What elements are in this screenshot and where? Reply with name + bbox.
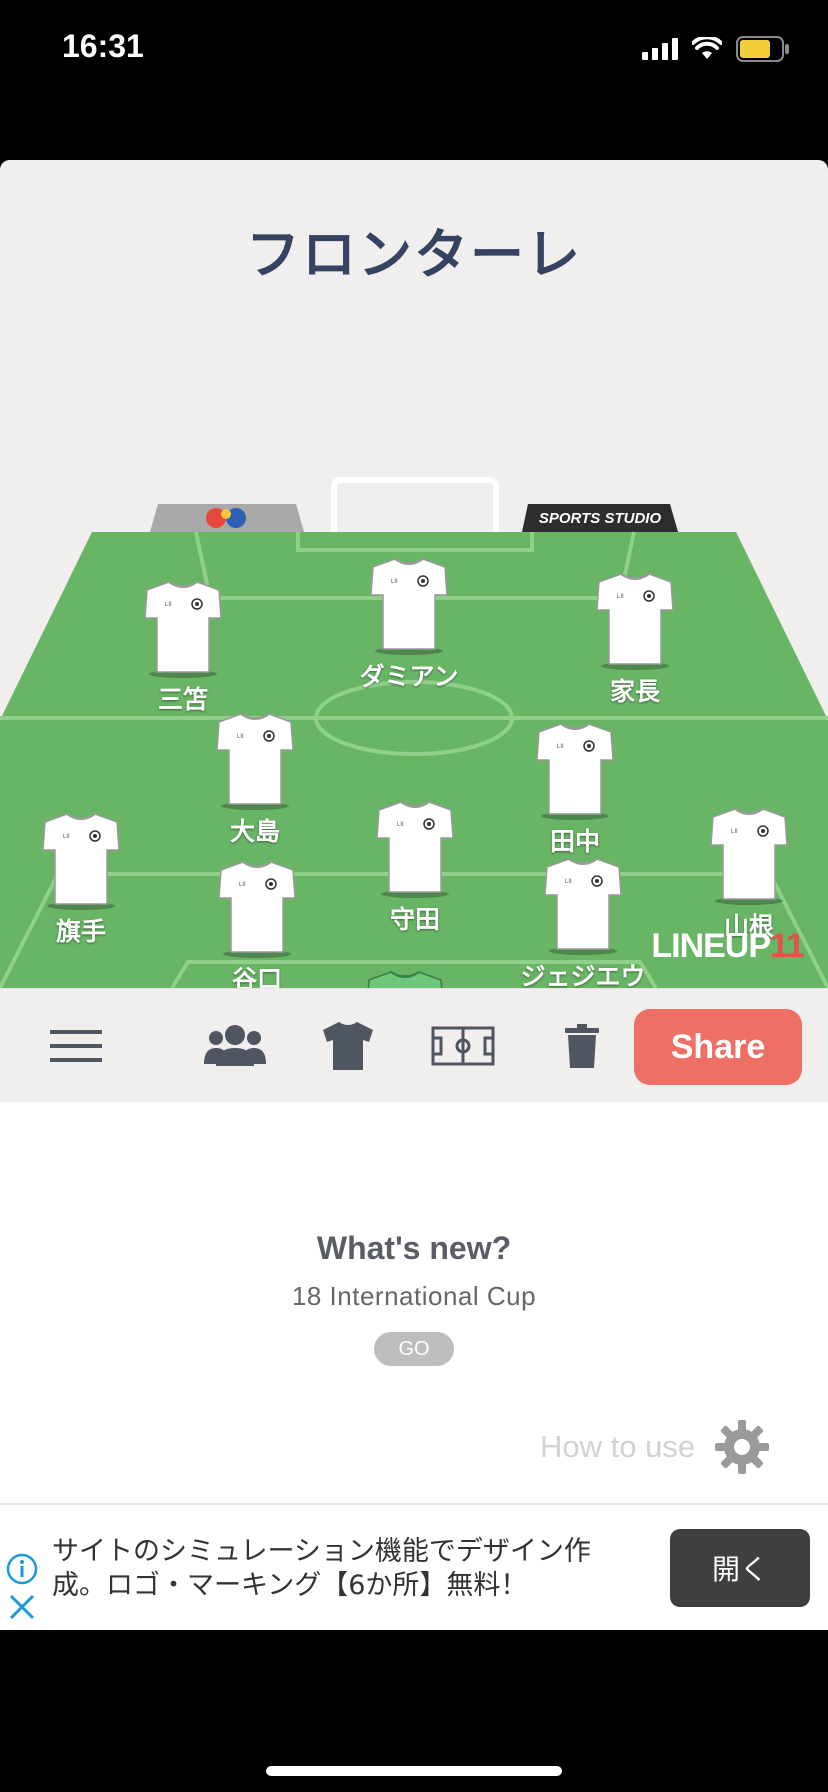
player-shirt-icon: LII (536, 723, 614, 820)
player-shirt-icon: LII (544, 858, 622, 955)
player-name: 守田 (389, 905, 440, 934)
svg-text:LII: LII (397, 822, 404, 828)
lineup11-logo: LINEUP11 (651, 927, 805, 966)
player-slot[interactable]: LII 田中 (510, 720, 640, 858)
ad-open-button[interactable]: 開く (670, 1529, 810, 1607)
player-slot[interactable]: LII ジェジエウ (518, 855, 648, 993)
player-shirt-icon: LII (370, 558, 448, 655)
player-shirt-icon: LII (216, 713, 294, 810)
player-shirt-icon: LII (596, 573, 674, 670)
player-shirt-icon: LII (42, 813, 120, 910)
whats-new-subtitle: 18 International Cup (291, 1281, 537, 1311)
field-button[interactable] (430, 1017, 496, 1075)
svg-text:LII: LII (165, 602, 172, 608)
svg-text:LII: LII (617, 594, 624, 600)
player-shirt-icon: LII (710, 808, 788, 905)
signal-icon (642, 38, 678, 60)
player-slot[interactable]: LII 守田 (350, 798, 480, 936)
status-bar: 16:31 (0, 0, 828, 160)
trash-icon (565, 1024, 599, 1068)
svg-text:LII: LII (557, 744, 564, 750)
player-shirt-icon: LII (376, 801, 454, 898)
toolbar: Share (0, 988, 828, 1102)
svg-text:LII: LII (731, 829, 738, 835)
player-slot[interactable]: LII 谷口 (192, 858, 322, 996)
battery-icon (736, 36, 789, 62)
player-name: ダミアン (359, 662, 459, 691)
share-button[interactable]: Share (634, 1009, 802, 1085)
player-slot[interactable]: LII 家長 (570, 570, 700, 708)
players-button[interactable] (200, 1017, 270, 1075)
player-name: 田中 (549, 827, 600, 856)
group-icon (204, 1025, 266, 1066)
logo-number: 11 (770, 927, 805, 965)
player-shirt-icon: LII (144, 581, 222, 678)
svg-text:LII: LII (63, 834, 70, 840)
home-indicator[interactable] (266, 1766, 562, 1776)
delete-button[interactable] (560, 1017, 604, 1075)
close-icon[interactable] (8, 1593, 36, 1621)
ad-banner[interactable]: サイトのシミュレーション機能でデザイン作成。ロゴ・マーキング【6か所】無料！ 開… (0, 1503, 828, 1629)
shirt-icon (323, 1022, 373, 1070)
kit-button[interactable] (318, 1017, 378, 1075)
status-icons (642, 34, 790, 64)
player-slot[interactable]: LII 大島 (190, 710, 320, 848)
info-icon[interactable] (6, 1553, 38, 1585)
players-layer: LII 三笘 LII ダミアン LII 家長 LII 大島 LII 田中 LII 旗手 LII 守田 LII… (0, 320, 828, 1104)
team-name[interactable]: フロンターレ (0, 210, 828, 289)
player-name: 家長 (609, 677, 660, 706)
lineup-board: フロンターレ SPORTS STUDIO LII 三笘 LII ダミアン LII… (0, 160, 828, 1104)
menu-button[interactable] (46, 1017, 106, 1075)
ad-text[interactable]: サイトのシミュレーション機能でデザイン作成。ロゴ・マーキング【6か所】無料！ (52, 1535, 612, 1603)
player-slot[interactable]: LII 山根 (684, 805, 814, 943)
logo-text: LINEUP (651, 927, 771, 965)
player-slot[interactable]: LII 三笘 (118, 578, 248, 716)
svg-text:LII: LII (237, 734, 244, 740)
player-shirt-icon: LII (218, 861, 296, 958)
player-name: 大島 (229, 817, 280, 846)
player-slot[interactable]: LII ダミアン (344, 555, 474, 693)
pitch-icon (431, 1026, 495, 1066)
svg-text:LII: LII (239, 882, 246, 888)
whats-new: What's new? 18 International Cup GO (0, 1230, 828, 1366)
svg-text:LII: LII (391, 579, 398, 585)
hamburger-menu-icon (50, 1030, 102, 1062)
svg-text:LII: LII (565, 879, 572, 885)
how-to-use[interactable]: How to use (540, 1418, 771, 1476)
status-time: 16:31 (62, 28, 144, 64)
whats-new-title: What's new? (316, 1230, 512, 1266)
how-to-use-label: How to use (540, 1429, 696, 1464)
wifi-icon (692, 37, 722, 59)
gear-icon (715, 1420, 770, 1474)
player-slot[interactable]: LII 旗手 (16, 810, 146, 948)
app-panel: フロンターレ SPORTS STUDIO LII 三笘 LII ダミアン LII… (0, 160, 828, 1630)
go-button[interactable]: GO (374, 1332, 454, 1366)
player-name: 旗手 (55, 917, 106, 946)
